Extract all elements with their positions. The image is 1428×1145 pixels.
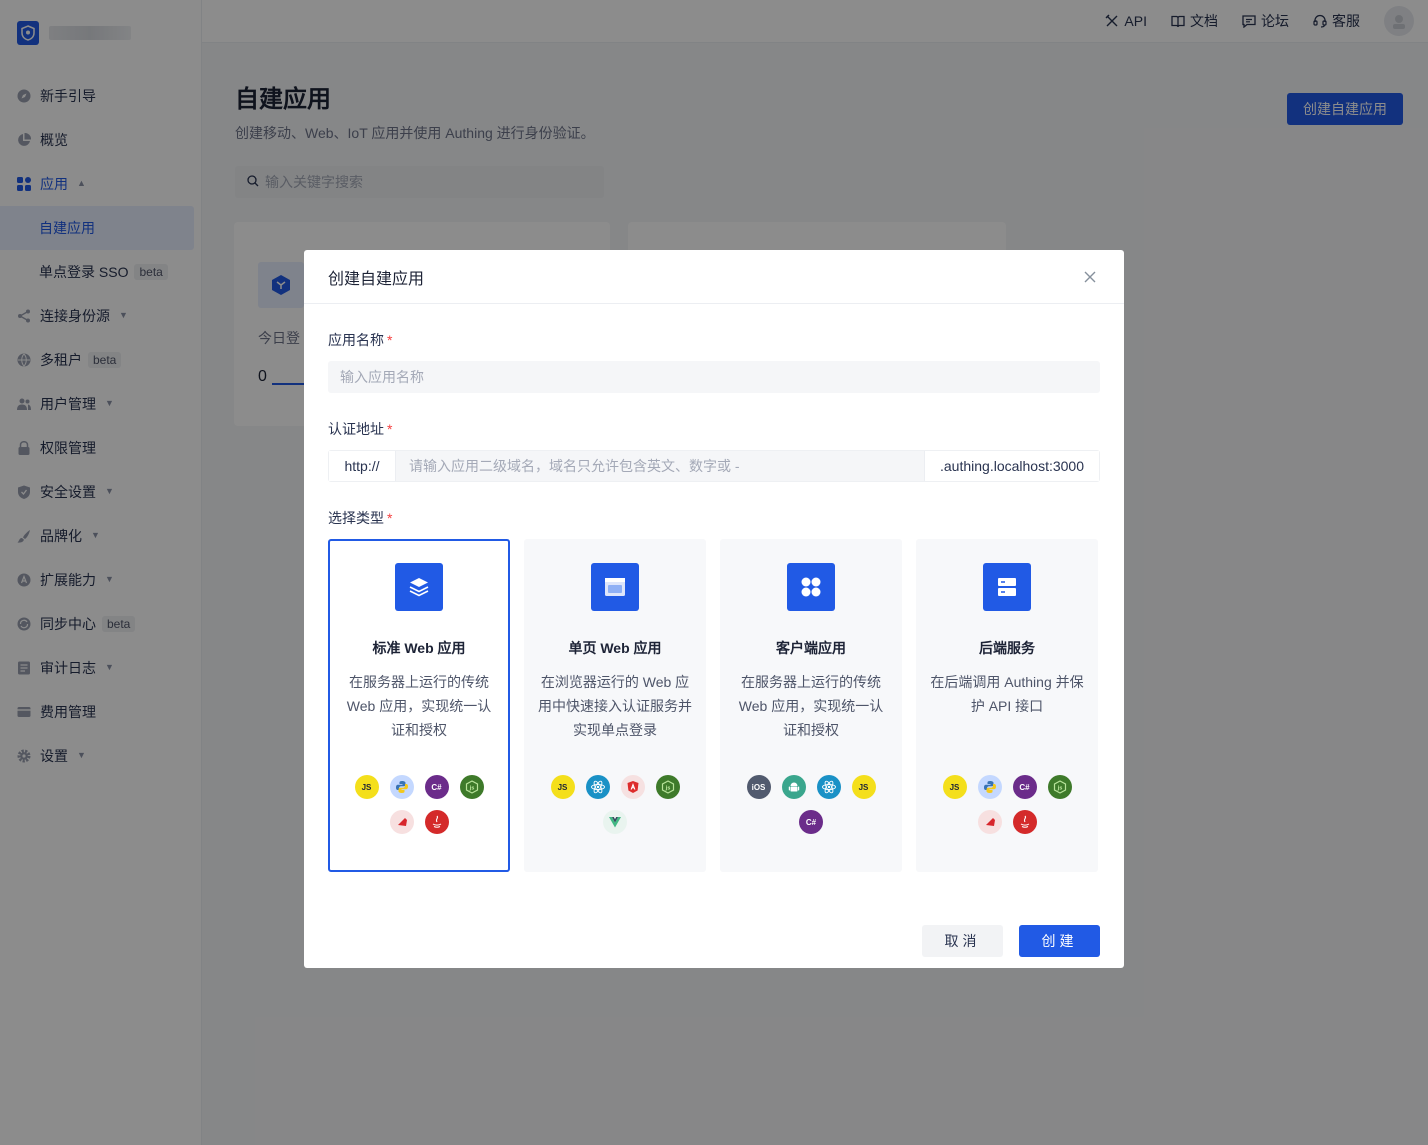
app-type-description: 在服务器上运行的传统 Web 应用，实现统一认证和授权 xyxy=(738,674,884,738)
layers-icon xyxy=(395,563,443,611)
angular-icon xyxy=(620,775,645,799)
subdomain-input[interactable]: 请输入应用二级域名，域名只允许包含英文、数字或 - xyxy=(396,451,924,481)
required-mark: * xyxy=(387,332,393,348)
type-label: 选择类型 * xyxy=(328,508,1100,528)
tech-stack-icons: JS C# js xyxy=(330,775,508,834)
create-app-form: 应用名称 * 输入应用名称 认证地址 * http:// 请输入应用二级域名，域名只… xyxy=(304,330,1124,872)
app-type-description: 在服务器上运行的传统 Web 应用，实现统一认证和授权 xyxy=(346,674,492,738)
url-domain-suffix: .authing.localhost:3000 xyxy=(924,451,1099,481)
csharp-icon: C# xyxy=(424,775,449,799)
svg-text:js: js xyxy=(1056,785,1062,791)
required-mark: * xyxy=(387,510,393,526)
nodejs-icon: js xyxy=(1047,775,1072,799)
app-type-title: 标准 Web 应用 xyxy=(372,640,466,656)
ruby-icon xyxy=(389,810,414,834)
url-protocol-prefix: http:// xyxy=(329,451,396,481)
tech-stack-icons: JS C# js xyxy=(916,775,1098,834)
react-icon xyxy=(585,775,610,799)
tech-stack-icons: JS js xyxy=(524,775,706,834)
type-label-text: 选择类型 xyxy=(328,510,384,526)
app-type-options: 标准 Web 应用在服务器上运行的传统 Web 应用，实现统一认证和授权 JS C#… xyxy=(328,539,1100,872)
required-mark: * xyxy=(387,421,393,437)
modal-header: 创建自建应用 xyxy=(304,250,1124,304)
app-type-card[interactable]: 客户端应用在服务器上运行的传统 Web 应用，实现统一认证和授权 iOS JS C# xyxy=(720,539,902,872)
ios-icon: iOS xyxy=(746,775,771,799)
javascript-icon: JS xyxy=(550,775,575,799)
javascript-icon: JS xyxy=(942,775,967,799)
app-type-title: 单页 Web 应用 xyxy=(568,640,662,656)
app-type-card[interactable]: 标准 Web 应用在服务器上运行的传统 Web 应用，实现统一认证和授权 JS C#… xyxy=(328,539,510,872)
app-type-card[interactable]: 后端服务在后端调用 Authing 并保护 API 接口 JS C# js xyxy=(916,539,1098,872)
app-name-label: 应用名称 * xyxy=(328,330,1100,350)
app-type-description: 在浏览器运行的 Web 应用中快速接入认证服务并实现单点登录 xyxy=(538,674,692,738)
app-type-description: 在后端调用 Authing 并保护 API 接口 xyxy=(930,674,1084,714)
javascript-icon: JS xyxy=(354,775,379,799)
ruby-icon xyxy=(977,810,1002,834)
java-icon xyxy=(1012,810,1037,834)
auth-url-field: http:// 请输入应用二级域名，域名只允许包含英文、数字或 - .authi… xyxy=(328,450,1100,482)
close-icon[interactable] xyxy=(1080,267,1100,287)
create-app-modal: 创建自建应用 应用名称 * 输入应用名称 认证地址 * http:// 请输入应用二… xyxy=(304,250,1124,968)
nodejs-icon: js xyxy=(459,775,484,799)
create-button[interactable]: 创建 xyxy=(1019,925,1100,957)
nodejs-icon: js xyxy=(655,775,680,799)
cancel-button[interactable]: 取消 xyxy=(922,925,1003,957)
svg-text:js: js xyxy=(664,785,670,791)
auth-url-label-text: 认证地址 xyxy=(328,421,384,437)
android-icon xyxy=(781,775,806,799)
tech-stack-icons: iOS JS C# xyxy=(720,775,902,834)
auth-url-label: 认证地址 * xyxy=(328,419,1100,439)
modal-footer: 取消 创建 xyxy=(922,925,1100,957)
app-type-title: 后端服务 xyxy=(979,640,1035,656)
svg-text:js: js xyxy=(468,785,474,791)
app-type-title: 客户端应用 xyxy=(776,640,846,656)
csharp-icon: C# xyxy=(799,810,823,834)
app-type-card[interactable]: 单页 Web 应用在浏览器运行的 Web 应用中快速接入认证服务并实现单点登录 J… xyxy=(524,539,706,872)
java-icon xyxy=(424,810,449,834)
server-icon xyxy=(983,563,1031,611)
modal-title: 创建自建应用 xyxy=(328,270,425,288)
app-name-input[interactable]: 输入应用名称 xyxy=(328,361,1100,393)
python-icon xyxy=(977,775,1002,799)
vue-icon xyxy=(603,810,627,834)
csharp-icon: C# xyxy=(1012,775,1037,799)
subdomain-placeholder: 请输入应用二级域名，域名只允许包含英文、数字或 - xyxy=(409,458,740,474)
app-name-label-text: 应用名称 xyxy=(328,332,384,348)
python-icon xyxy=(389,775,414,799)
app-name-placeholder: 输入应用名称 xyxy=(340,369,424,385)
grid-icon xyxy=(787,563,835,611)
react-icon xyxy=(816,775,841,799)
browser-icon xyxy=(591,563,639,611)
javascript-icon: JS xyxy=(851,775,876,799)
